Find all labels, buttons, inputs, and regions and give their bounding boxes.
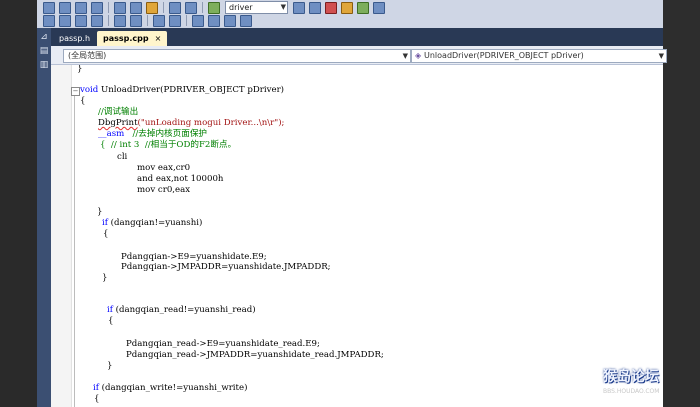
tab-passp-h[interactable]: passp.h	[53, 31, 96, 46]
scope-value: (全局范围)	[68, 51, 107, 60]
code-line: DbgPrint("unLoading mogui Driver...\n\r"…	[98, 118, 285, 128]
code-line: Pdangqian_read->JMPADDR=yuanshidate_read…	[126, 350, 384, 360]
forum-watermark: 猴岛论坛 BBS.HOUDAO.COM	[603, 366, 663, 407]
toolbar-separator	[108, 2, 109, 13]
code-line: Pdangqian_read->E9=yuanshidate_read.E9;	[126, 339, 320, 349]
uncomment-icon[interactable]	[169, 14, 181, 27]
member-value: UnloadDriver(PDRIVER_OBJECT pDriver)	[424, 51, 584, 60]
toolbar-separator	[202, 2, 203, 13]
properties-icon[interactable]	[325, 1, 337, 14]
code-line: and eax,not 10000h	[137, 174, 224, 184]
find-in-files-icon[interactable]	[293, 1, 305, 14]
code-line: }	[77, 65, 83, 74]
save-all-icon[interactable]	[91, 1, 103, 14]
chevron-down-icon: ▼	[658, 52, 664, 60]
save-icon[interactable]	[75, 1, 87, 14]
code-line: {	[94, 394, 100, 404]
toggle-bookmark-icon[interactable]	[192, 14, 204, 27]
code-line: { // int 3 //相当于OD的F2断点。	[100, 140, 237, 150]
solution-config-value: driver	[229, 3, 253, 12]
code-line: mov cr0,eax	[137, 185, 191, 195]
code-editor[interactable]: − } void UnloadDriver(PDRIVER_OBJECT pDr…	[51, 65, 663, 407]
window-left-border	[0, 0, 37, 407]
chevron-down-icon: ▼	[402, 52, 408, 60]
new-project-icon[interactable]	[43, 1, 55, 14]
toolbox-icon[interactable]	[341, 1, 353, 14]
toolbar: driver ▼	[37, 0, 663, 29]
pin-icon[interactable]: ⊿	[39, 32, 49, 42]
method-icon: ◈	[415, 51, 422, 60]
fold-guide	[74, 96, 75, 407]
toolbar-row-1: driver ▼	[41, 1, 387, 14]
code-line: Pdangqian->JMPADDR=yuanshidate.JMPADDR;	[121, 262, 331, 272]
solution-explorer-icon[interactable]	[309, 1, 321, 14]
extension-manager-icon[interactable]	[373, 1, 385, 14]
code-line: //调试输出	[98, 107, 139, 117]
line-gutter	[51, 65, 72, 407]
document-tab-bar: passp.h passp.cpp ×	[51, 28, 663, 46]
undo-icon[interactable]	[169, 1, 181, 14]
code-line: if (dangqian_read!=yuanshi_read)	[107, 305, 256, 315]
clear-bookmarks-icon[interactable]	[240, 14, 252, 27]
start-debugging-icon[interactable]	[208, 1, 220, 14]
next-bookmark-icon[interactable]	[224, 14, 236, 27]
code-line: __asm //去掉内核页面保护	[98, 129, 208, 139]
comment-out-icon[interactable]	[153, 14, 165, 27]
copy-icon[interactable]	[130, 1, 142, 14]
tab-passp-cpp[interactable]: passp.cpp ×	[97, 31, 168, 46]
scope-dropdown[interactable]: (全局范围) ▼	[63, 49, 411, 63]
toolbar-row-2	[41, 14, 254, 27]
code-line: }	[102, 273, 108, 283]
code-line: }	[97, 207, 103, 217]
close-icon[interactable]: ×	[155, 34, 162, 43]
code-line: void UnloadDriver(PDRIVER_OBJECT pDriver…	[80, 85, 285, 95]
text-editor-icon[interactable]	[43, 14, 55, 27]
code-line: {	[108, 316, 114, 326]
watermark-url: BBS.HOUDAO.COM	[603, 388, 660, 395]
code-line: cli	[117, 152, 128, 162]
collapse-icon[interactable]: −	[71, 87, 80, 96]
paste-icon[interactable]	[146, 1, 158, 14]
redo-icon[interactable]	[185, 1, 197, 14]
previous-bookmark-icon[interactable]	[208, 14, 220, 27]
code-line: if (dangqian_write!=yuanshi_write)	[93, 383, 248, 393]
code-line: {	[103, 229, 109, 239]
toolbar-separator	[147, 15, 148, 26]
quick-info-icon[interactable]	[59, 14, 71, 27]
member-dropdown[interactable]: ◈ UnloadDriver(PDRIVER_OBJECT pDriver) ▼	[411, 49, 667, 63]
chevron-down-icon: ▼	[280, 3, 286, 11]
decrease-indent-icon[interactable]	[114, 14, 126, 27]
navigation-bar: (全局范围) ▼ ◈ UnloadDriver(PDRIVER_OBJECT p…	[51, 46, 667, 65]
code-line: if (dangqian!=yuanshi)	[102, 218, 203, 228]
open-file-icon[interactable]	[59, 1, 71, 14]
cut-icon[interactable]	[114, 1, 126, 14]
code-line: {	[80, 96, 86, 106]
word-completion-icon[interactable]	[91, 14, 103, 27]
toolbox-side-icon[interactable]: ▥	[39, 60, 49, 70]
object-browser-icon[interactable]	[357, 1, 369, 14]
increase-indent-icon[interactable]	[130, 14, 142, 27]
server-explorer-icon[interactable]: ▤	[39, 46, 49, 56]
tab-label: passp.cpp	[103, 34, 149, 43]
toolbar-separator	[108, 15, 109, 26]
code-line: mov eax,cr0	[137, 163, 191, 173]
tab-label: passp.h	[59, 34, 91, 43]
activity-strip: ⊿ ▤ ▥	[37, 28, 51, 407]
solution-config-combo[interactable]: driver ▼	[225, 1, 288, 14]
watermark-title: 猴岛论坛	[603, 369, 659, 385]
parameter-info-icon[interactable]	[75, 14, 87, 27]
code-line: }	[107, 361, 113, 371]
window-right-border	[663, 0, 700, 407]
toolbar-separator	[186, 15, 187, 26]
toolbar-separator	[163, 2, 164, 13]
